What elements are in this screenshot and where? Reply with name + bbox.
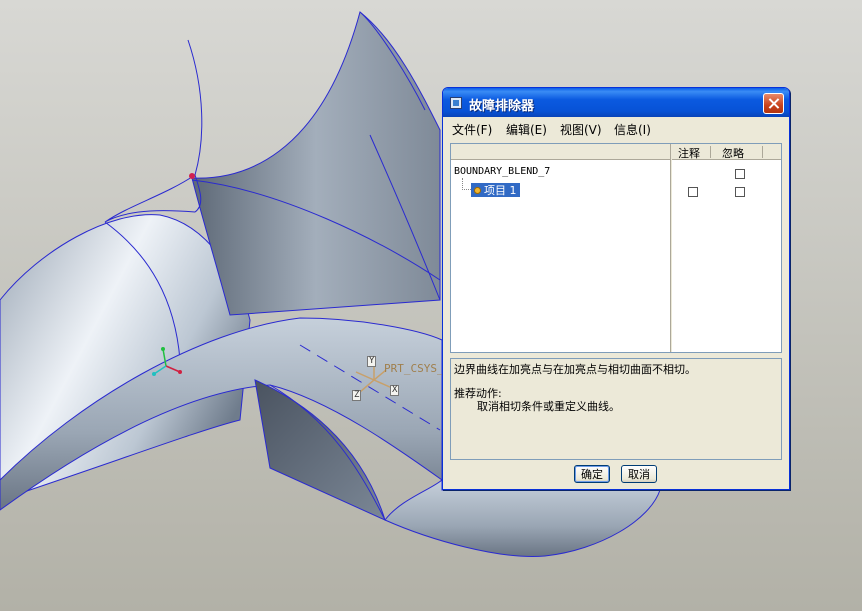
columns-header: 注释 忽略	[672, 144, 781, 160]
issue-tree-panel: 注释 忽略 BOUNDARY_BLEND_7 项目 1	[450, 143, 782, 353]
menu-edit[interactable]: 编辑(E)	[506, 121, 547, 138]
item-ignore-checkbox[interactable]	[735, 187, 745, 197]
recommended-action-text: 取消相切条件或重定义曲线。	[477, 400, 620, 413]
axis-y-label: Y	[369, 356, 375, 366]
tree-connector	[462, 178, 471, 190]
troubleshooter-dialog: 故障排除器 文件(F) 编辑(E) 视图(V) 信息(I) 注释 忽略 BOUN…	[442, 87, 790, 490]
item-note-checkbox[interactable]	[688, 187, 698, 197]
menu-file[interactable]: 文件(F)	[452, 121, 492, 138]
dialog-title: 故障排除器	[469, 99, 535, 114]
dialog-titlebar[interactable]: 故障排除器	[443, 88, 789, 117]
tree-item-node[interactable]: 项目 1	[471, 183, 520, 197]
window-icon	[450, 97, 462, 109]
tree-header	[451, 144, 670, 160]
header-separator	[762, 146, 763, 158]
cancel-button[interactable]: 取消	[621, 465, 657, 483]
menu-bar: 文件(F) 编辑(E) 视图(V) 信息(I)	[446, 119, 786, 139]
axis-x-label: X	[392, 385, 398, 395]
menu-view[interactable]: 视图(V)	[560, 121, 602, 138]
column-divider[interactable]	[670, 144, 672, 352]
column-note[interactable]: 注释	[678, 145, 700, 161]
root-ignore-checkbox[interactable]	[735, 169, 745, 179]
tree-item-label: 项目 1	[484, 184, 517, 197]
warning-dot-icon	[474, 186, 481, 194]
message-text: 边界曲线在加亮点与在加亮点与相切曲面不相切。	[454, 363, 696, 376]
ok-button[interactable]: 确定	[574, 465, 610, 483]
menu-info[interactable]: 信息(I)	[614, 121, 651, 138]
column-ignore[interactable]: 忽略	[722, 145, 744, 161]
tree-root-node[interactable]: BOUNDARY_BLEND_7	[454, 166, 550, 177]
header-separator	[710, 146, 711, 158]
axis-z-label: Z	[354, 390, 360, 400]
message-panel: 边界曲线在加亮点与在加亮点与相切曲面不相切。 推荐动作: 取消相切条件或重定义曲…	[450, 358, 782, 460]
close-button[interactable]	[763, 93, 784, 114]
